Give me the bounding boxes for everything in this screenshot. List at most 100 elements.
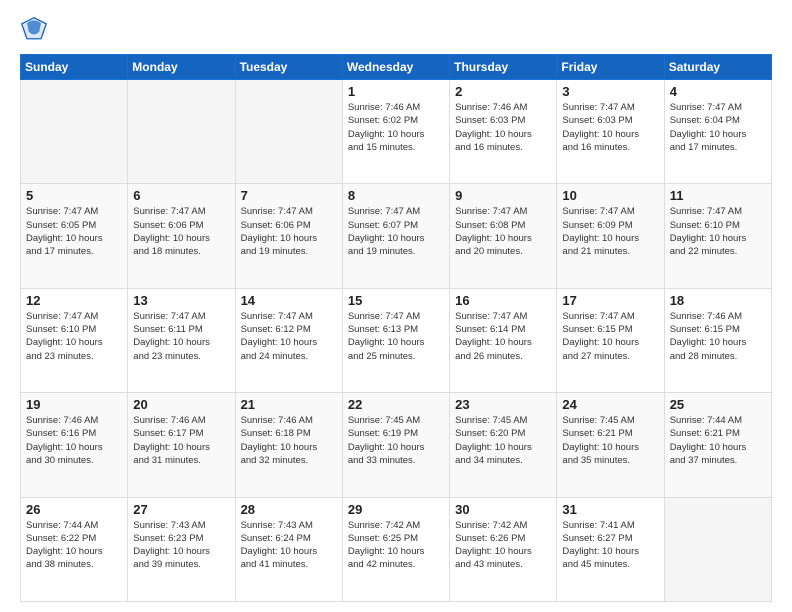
day-number: 21 bbox=[241, 397, 337, 412]
calendar-cell: 10 Sunrise: 7:47 AM Sunset: 6:09 PM Dayli… bbox=[557, 184, 664, 288]
day-number: 28 bbox=[241, 502, 337, 517]
calendar-cell bbox=[664, 497, 771, 601]
day-info: Sunrise: 7:46 AM Sunset: 6:15 PM Dayligh… bbox=[670, 310, 766, 363]
day-number: 17 bbox=[562, 293, 658, 308]
calendar-cell: 9 Sunrise: 7:47 AM Sunset: 6:08 PM Daylig… bbox=[450, 184, 557, 288]
calendar-cell: 20 Sunrise: 7:46 AM Sunset: 6:17 PM Dayli… bbox=[128, 393, 235, 497]
calendar-header: SundayMondayTuesdayWednesdayThursdayFrid… bbox=[21, 55, 772, 80]
day-number: 6 bbox=[133, 188, 229, 203]
day-number: 1 bbox=[348, 84, 444, 99]
day-info: Sunrise: 7:42 AM Sunset: 6:25 PM Dayligh… bbox=[348, 519, 444, 572]
day-info: Sunrise: 7:47 AM Sunset: 6:07 PM Dayligh… bbox=[348, 205, 444, 258]
logo bbox=[20, 16, 52, 44]
day-info: Sunrise: 7:42 AM Sunset: 6:26 PM Dayligh… bbox=[455, 519, 551, 572]
day-number: 5 bbox=[26, 188, 122, 203]
header-cell-thursday: Thursday bbox=[450, 55, 557, 80]
calendar-cell: 26 Sunrise: 7:44 AM Sunset: 6:22 PM Dayli… bbox=[21, 497, 128, 601]
day-info: Sunrise: 7:47 AM Sunset: 6:06 PM Dayligh… bbox=[241, 205, 337, 258]
calendar-week-row: 5 Sunrise: 7:47 AM Sunset: 6:05 PM Daylig… bbox=[21, 184, 772, 288]
header bbox=[20, 16, 772, 44]
day-number: 25 bbox=[670, 397, 766, 412]
calendar-cell: 13 Sunrise: 7:47 AM Sunset: 6:11 PM Dayli… bbox=[128, 288, 235, 392]
calendar-body: 1 Sunrise: 7:46 AM Sunset: 6:02 PM Daylig… bbox=[21, 80, 772, 602]
day-info: Sunrise: 7:45 AM Sunset: 6:21 PM Dayligh… bbox=[562, 414, 658, 467]
day-number: 15 bbox=[348, 293, 444, 308]
day-info: Sunrise: 7:47 AM Sunset: 6:08 PM Dayligh… bbox=[455, 205, 551, 258]
calendar-cell: 28 Sunrise: 7:43 AM Sunset: 6:24 PM Dayli… bbox=[235, 497, 342, 601]
calendar-week-row: 19 Sunrise: 7:46 AM Sunset: 6:16 PM Dayli… bbox=[21, 393, 772, 497]
day-info: Sunrise: 7:47 AM Sunset: 6:10 PM Dayligh… bbox=[26, 310, 122, 363]
day-number: 8 bbox=[348, 188, 444, 203]
day-number: 9 bbox=[455, 188, 551, 203]
calendar-cell: 30Sunrise: 7:42 AM Sunset: 6:26 PM Dayli… bbox=[450, 497, 557, 601]
day-number: 7 bbox=[241, 188, 337, 203]
calendar-cell bbox=[235, 80, 342, 184]
day-number: 4 bbox=[670, 84, 766, 99]
calendar-cell: 29Sunrise: 7:42 AM Sunset: 6:25 PM Dayli… bbox=[342, 497, 449, 601]
calendar-cell: 7 Sunrise: 7:47 AM Sunset: 6:06 PM Daylig… bbox=[235, 184, 342, 288]
day-number: 19 bbox=[26, 397, 122, 412]
calendar-cell: 14Sunrise: 7:47 AM Sunset: 6:12 PM Dayli… bbox=[235, 288, 342, 392]
logo-icon bbox=[20, 16, 48, 44]
page: SundayMondayTuesdayWednesdayThursdayFrid… bbox=[0, 0, 792, 612]
header-cell-tuesday: Tuesday bbox=[235, 55, 342, 80]
day-number: 24 bbox=[562, 397, 658, 412]
day-number: 20 bbox=[133, 397, 229, 412]
header-cell-friday: Friday bbox=[557, 55, 664, 80]
day-info: Sunrise: 7:47 AM Sunset: 6:13 PM Dayligh… bbox=[348, 310, 444, 363]
day-info: Sunrise: 7:47 AM Sunset: 6:09 PM Dayligh… bbox=[562, 205, 658, 258]
day-number: 31 bbox=[562, 502, 658, 517]
calendar-cell: 4 Sunrise: 7:47 AM Sunset: 6:04 PM Daylig… bbox=[664, 80, 771, 184]
calendar-cell: 8 Sunrise: 7:47 AM Sunset: 6:07 PM Daylig… bbox=[342, 184, 449, 288]
day-info: Sunrise: 7:41 AM Sunset: 6:27 PM Dayligh… bbox=[562, 519, 658, 572]
day-info: Sunrise: 7:46 AM Sunset: 6:18 PM Dayligh… bbox=[241, 414, 337, 467]
calendar-cell: 15 Sunrise: 7:47 AM Sunset: 6:13 PM Dayli… bbox=[342, 288, 449, 392]
day-number: 16 bbox=[455, 293, 551, 308]
day-number: 11 bbox=[670, 188, 766, 203]
day-info: Sunrise: 7:47 AM Sunset: 6:14 PM Dayligh… bbox=[455, 310, 551, 363]
day-info: Sunrise: 7:47 AM Sunset: 6:10 PM Dayligh… bbox=[670, 205, 766, 258]
day-info: Sunrise: 7:47 AM Sunset: 6:11 PM Dayligh… bbox=[133, 310, 229, 363]
calendar-cell: 6Sunrise: 7:47 AM Sunset: 6:06 PM Daylig… bbox=[128, 184, 235, 288]
day-number: 14 bbox=[241, 293, 337, 308]
calendar-cell bbox=[21, 80, 128, 184]
day-info: Sunrise: 7:46 AM Sunset: 6:17 PM Dayligh… bbox=[133, 414, 229, 467]
calendar-week-row: 26 Sunrise: 7:44 AM Sunset: 6:22 PM Dayli… bbox=[21, 497, 772, 601]
day-number: 18 bbox=[670, 293, 766, 308]
calendar-cell bbox=[128, 80, 235, 184]
calendar-cell: 2Sunrise: 7:46 AM Sunset: 6:03 PM Daylig… bbox=[450, 80, 557, 184]
day-info: Sunrise: 7:43 AM Sunset: 6:24 PM Dayligh… bbox=[241, 519, 337, 572]
calendar-cell: 12 Sunrise: 7:47 AM Sunset: 6:10 PM Dayli… bbox=[21, 288, 128, 392]
calendar-cell: 27 Sunrise: 7:43 AM Sunset: 6:23 PM Dayli… bbox=[128, 497, 235, 601]
day-info: Sunrise: 7:47 AM Sunset: 6:04 PM Dayligh… bbox=[670, 101, 766, 154]
day-number: 2 bbox=[455, 84, 551, 99]
day-number: 10 bbox=[562, 188, 658, 203]
day-info: Sunrise: 7:44 AM Sunset: 6:21 PM Dayligh… bbox=[670, 414, 766, 467]
day-number: 23 bbox=[455, 397, 551, 412]
day-number: 26 bbox=[26, 502, 122, 517]
calendar-table: SundayMondayTuesdayWednesdayThursdayFrid… bbox=[20, 54, 772, 602]
calendar-cell: 16 Sunrise: 7:47 AM Sunset: 6:14 PM Dayli… bbox=[450, 288, 557, 392]
day-info: Sunrise: 7:47 AM Sunset: 6:03 PM Dayligh… bbox=[562, 101, 658, 154]
calendar-week-row: 12 Sunrise: 7:47 AM Sunset: 6:10 PM Dayli… bbox=[21, 288, 772, 392]
day-info: Sunrise: 7:46 AM Sunset: 6:16 PM Dayligh… bbox=[26, 414, 122, 467]
day-info: Sunrise: 7:43 AM Sunset: 6:23 PM Dayligh… bbox=[133, 519, 229, 572]
header-cell-wednesday: Wednesday bbox=[342, 55, 449, 80]
day-info: Sunrise: 7:47 AM Sunset: 6:05 PM Dayligh… bbox=[26, 205, 122, 258]
day-info: Sunrise: 7:44 AM Sunset: 6:22 PM Dayligh… bbox=[26, 519, 122, 572]
day-number: 12 bbox=[26, 293, 122, 308]
calendar-cell: 24 Sunrise: 7:45 AM Sunset: 6:21 PM Dayli… bbox=[557, 393, 664, 497]
day-number: 3 bbox=[562, 84, 658, 99]
day-number: 13 bbox=[133, 293, 229, 308]
calendar-cell: 1 Sunrise: 7:46 AM Sunset: 6:02 PM Daylig… bbox=[342, 80, 449, 184]
day-info: Sunrise: 7:47 AM Sunset: 6:15 PM Dayligh… bbox=[562, 310, 658, 363]
day-info: Sunrise: 7:46 AM Sunset: 6:02 PM Dayligh… bbox=[348, 101, 444, 154]
calendar-cell: 21 Sunrise: 7:46 AM Sunset: 6:18 PM Dayli… bbox=[235, 393, 342, 497]
calendar-cell: 25 Sunrise: 7:44 AM Sunset: 6:21 PM Dayli… bbox=[664, 393, 771, 497]
calendar-week-row: 1 Sunrise: 7:46 AM Sunset: 6:02 PM Daylig… bbox=[21, 80, 772, 184]
day-info: Sunrise: 7:45 AM Sunset: 6:19 PM Dayligh… bbox=[348, 414, 444, 467]
calendar-cell: 11 Sunrise: 7:47 AM Sunset: 6:10 PM Dayli… bbox=[664, 184, 771, 288]
day-number: 27 bbox=[133, 502, 229, 517]
header-cell-saturday: Saturday bbox=[664, 55, 771, 80]
calendar-cell: 3 Sunrise: 7:47 AM Sunset: 6:03 PM Daylig… bbox=[557, 80, 664, 184]
